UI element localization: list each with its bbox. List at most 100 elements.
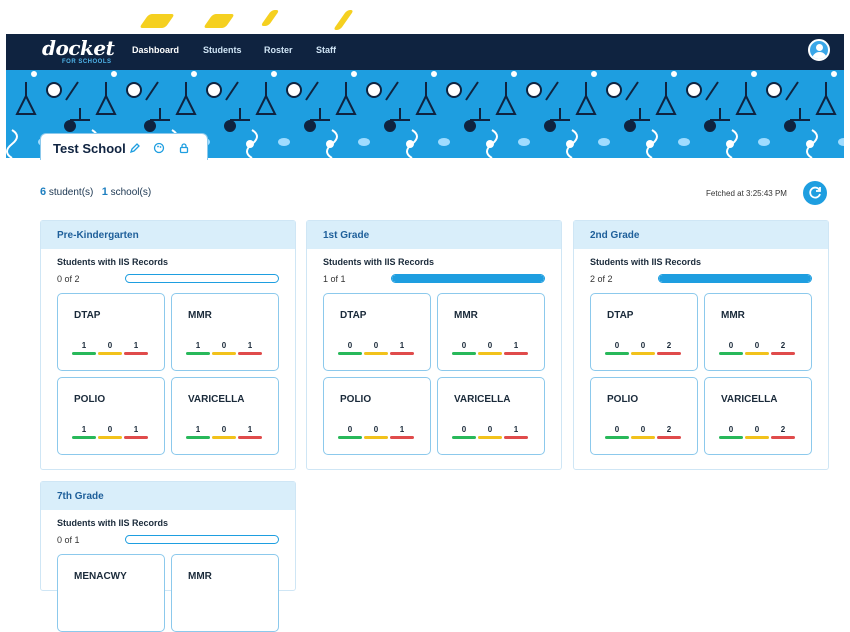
vaccine-name: VARICELLA <box>454 394 511 405</box>
yellow-count: 0 <box>212 341 236 355</box>
yellow-count: 0 <box>98 341 122 355</box>
highlight-mark <box>139 14 175 28</box>
student-label: student(s) <box>48 187 94 198</box>
green-count: 0 <box>338 341 362 355</box>
top-navbar: docket FOR SCHOOLS Dashboard Students Ro… <box>6 34 844 70</box>
vaccine-card[interactable]: DTAP 1 0 1 <box>57 293 165 371</box>
green-count-value: 0 <box>614 341 620 350</box>
vaccine-name: MMR <box>721 310 745 321</box>
summary-counts: 6 student(s) 1 school(s) <box>40 186 151 198</box>
grade-title: 1st Grade <box>307 221 561 249</box>
yellow-count-value: 0 <box>754 341 760 350</box>
green-count: 0 <box>719 425 743 439</box>
red-indicator <box>238 436 262 439</box>
green-count: 0 <box>605 341 629 355</box>
school-tab[interactable]: Test School <box>40 133 208 160</box>
red-indicator <box>124 352 148 355</box>
yellow-count: 0 <box>631 341 655 355</box>
vaccine-card[interactable]: DTAP 0 0 1 <box>323 293 431 371</box>
green-indicator <box>452 436 476 439</box>
red-indicator <box>771 352 795 355</box>
green-count-value: 0 <box>347 341 353 350</box>
green-indicator <box>452 352 476 355</box>
iis-label: Students with IIS Records <box>57 257 169 267</box>
red-indicator <box>657 352 681 355</box>
iis-progress-fill <box>659 275 811 282</box>
vaccine-card[interactable]: VARICELLA 0 0 1 <box>437 377 545 455</box>
yellow-count-value: 0 <box>640 425 646 434</box>
green-count: 1 <box>186 341 210 355</box>
yellow-indicator <box>631 436 655 439</box>
red-indicator <box>390 352 414 355</box>
iis-count: 0 of 1 <box>57 535 80 545</box>
red-count-value: 2 <box>666 341 672 350</box>
yellow-count: 0 <box>364 341 388 355</box>
nav-staff[interactable]: Staff <box>316 45 336 55</box>
vaccine-name: VARICELLA <box>721 394 778 405</box>
yellow-count: 0 <box>212 425 236 439</box>
vaccine-card[interactable]: MMR 0 0 2 <box>704 293 812 371</box>
yellow-count: 0 <box>364 425 388 439</box>
vaccine-card[interactable]: POLIO 1 0 1 <box>57 377 165 455</box>
vaccine-card[interactable]: MENACWY <box>57 554 165 632</box>
highlight-mark <box>203 14 235 28</box>
green-indicator <box>338 352 362 355</box>
yellow-indicator <box>478 436 502 439</box>
vaccine-card[interactable]: POLIO 0 0 1 <box>323 377 431 455</box>
green-count: 0 <box>338 425 362 439</box>
vaccine-name: POLIO <box>340 394 372 405</box>
vaccine-card[interactable]: POLIO 0 0 2 <box>590 377 698 455</box>
palette-icon[interactable] <box>153 142 165 154</box>
nav-dashboard[interactable]: Dashboard <box>132 45 179 55</box>
vaccine-card[interactable]: DTAP 0 0 2 <box>590 293 698 371</box>
vaccine-card[interactable]: VARICELLA 0 0 2 <box>704 377 812 455</box>
red-indicator <box>657 436 681 439</box>
nav-students[interactable]: Students <box>203 45 242 55</box>
green-count-value: 1 <box>195 341 201 350</box>
yellow-count-value: 0 <box>373 341 379 350</box>
yellow-count-value: 0 <box>640 341 646 350</box>
docket-logo[interactable]: docket FOR SCHOOLS <box>42 36 115 65</box>
pencil-icon[interactable] <box>129 142 141 154</box>
school-label: school(s) <box>110 187 152 198</box>
green-count: 1 <box>72 425 96 439</box>
red-count: 1 <box>124 341 148 355</box>
green-count: 1 <box>72 341 96 355</box>
grade-card: Pre-Kindergarten Students with IIS Recor… <box>40 220 296 470</box>
iis-progress-bar <box>125 535 279 544</box>
green-indicator <box>186 436 210 439</box>
logo-text: docket <box>42 36 115 60</box>
vaccine-card[interactable]: MMR <box>171 554 279 632</box>
vaccine-name: DTAP <box>607 310 634 321</box>
green-count-value: 1 <box>81 425 87 434</box>
vaccine-name: POLIO <box>74 394 106 405</box>
green-count: 0 <box>605 425 629 439</box>
logo-subtext: FOR SCHOOLS <box>62 59 112 65</box>
red-count-value: 1 <box>513 425 519 434</box>
lock-icon[interactable] <box>178 142 190 154</box>
yellow-indicator <box>745 352 769 355</box>
green-indicator <box>719 436 743 439</box>
user-avatar-icon[interactable] <box>808 39 830 61</box>
red-indicator <box>771 436 795 439</box>
green-count-value: 0 <box>461 425 467 434</box>
red-count: 1 <box>390 425 414 439</box>
vaccine-card[interactable]: MMR 1 0 1 <box>171 293 279 371</box>
yellow-count: 0 <box>478 425 502 439</box>
grade-card: 2nd Grade Students with IIS Records 2 of… <box>573 220 829 470</box>
vaccine-card[interactable]: MMR 0 0 1 <box>437 293 545 371</box>
refresh-button[interactable] <box>803 181 827 205</box>
vaccine-name: MMR <box>454 310 478 321</box>
nav-roster[interactable]: Roster <box>264 45 293 55</box>
grade-card: 7th Grade Students with IIS Records 0 of… <box>40 481 296 632</box>
school-count: 1 <box>101 186 108 198</box>
red-indicator <box>504 436 528 439</box>
vaccine-card[interactable]: VARICELLA 1 0 1 <box>171 377 279 455</box>
red-indicator <box>124 436 148 439</box>
green-count-value: 0 <box>614 425 620 434</box>
vaccine-name: MENACWY <box>74 571 127 582</box>
red-count: 1 <box>504 341 528 355</box>
yellow-indicator <box>745 436 769 439</box>
red-count-value: 2 <box>780 425 786 434</box>
red-count: 1 <box>124 425 148 439</box>
